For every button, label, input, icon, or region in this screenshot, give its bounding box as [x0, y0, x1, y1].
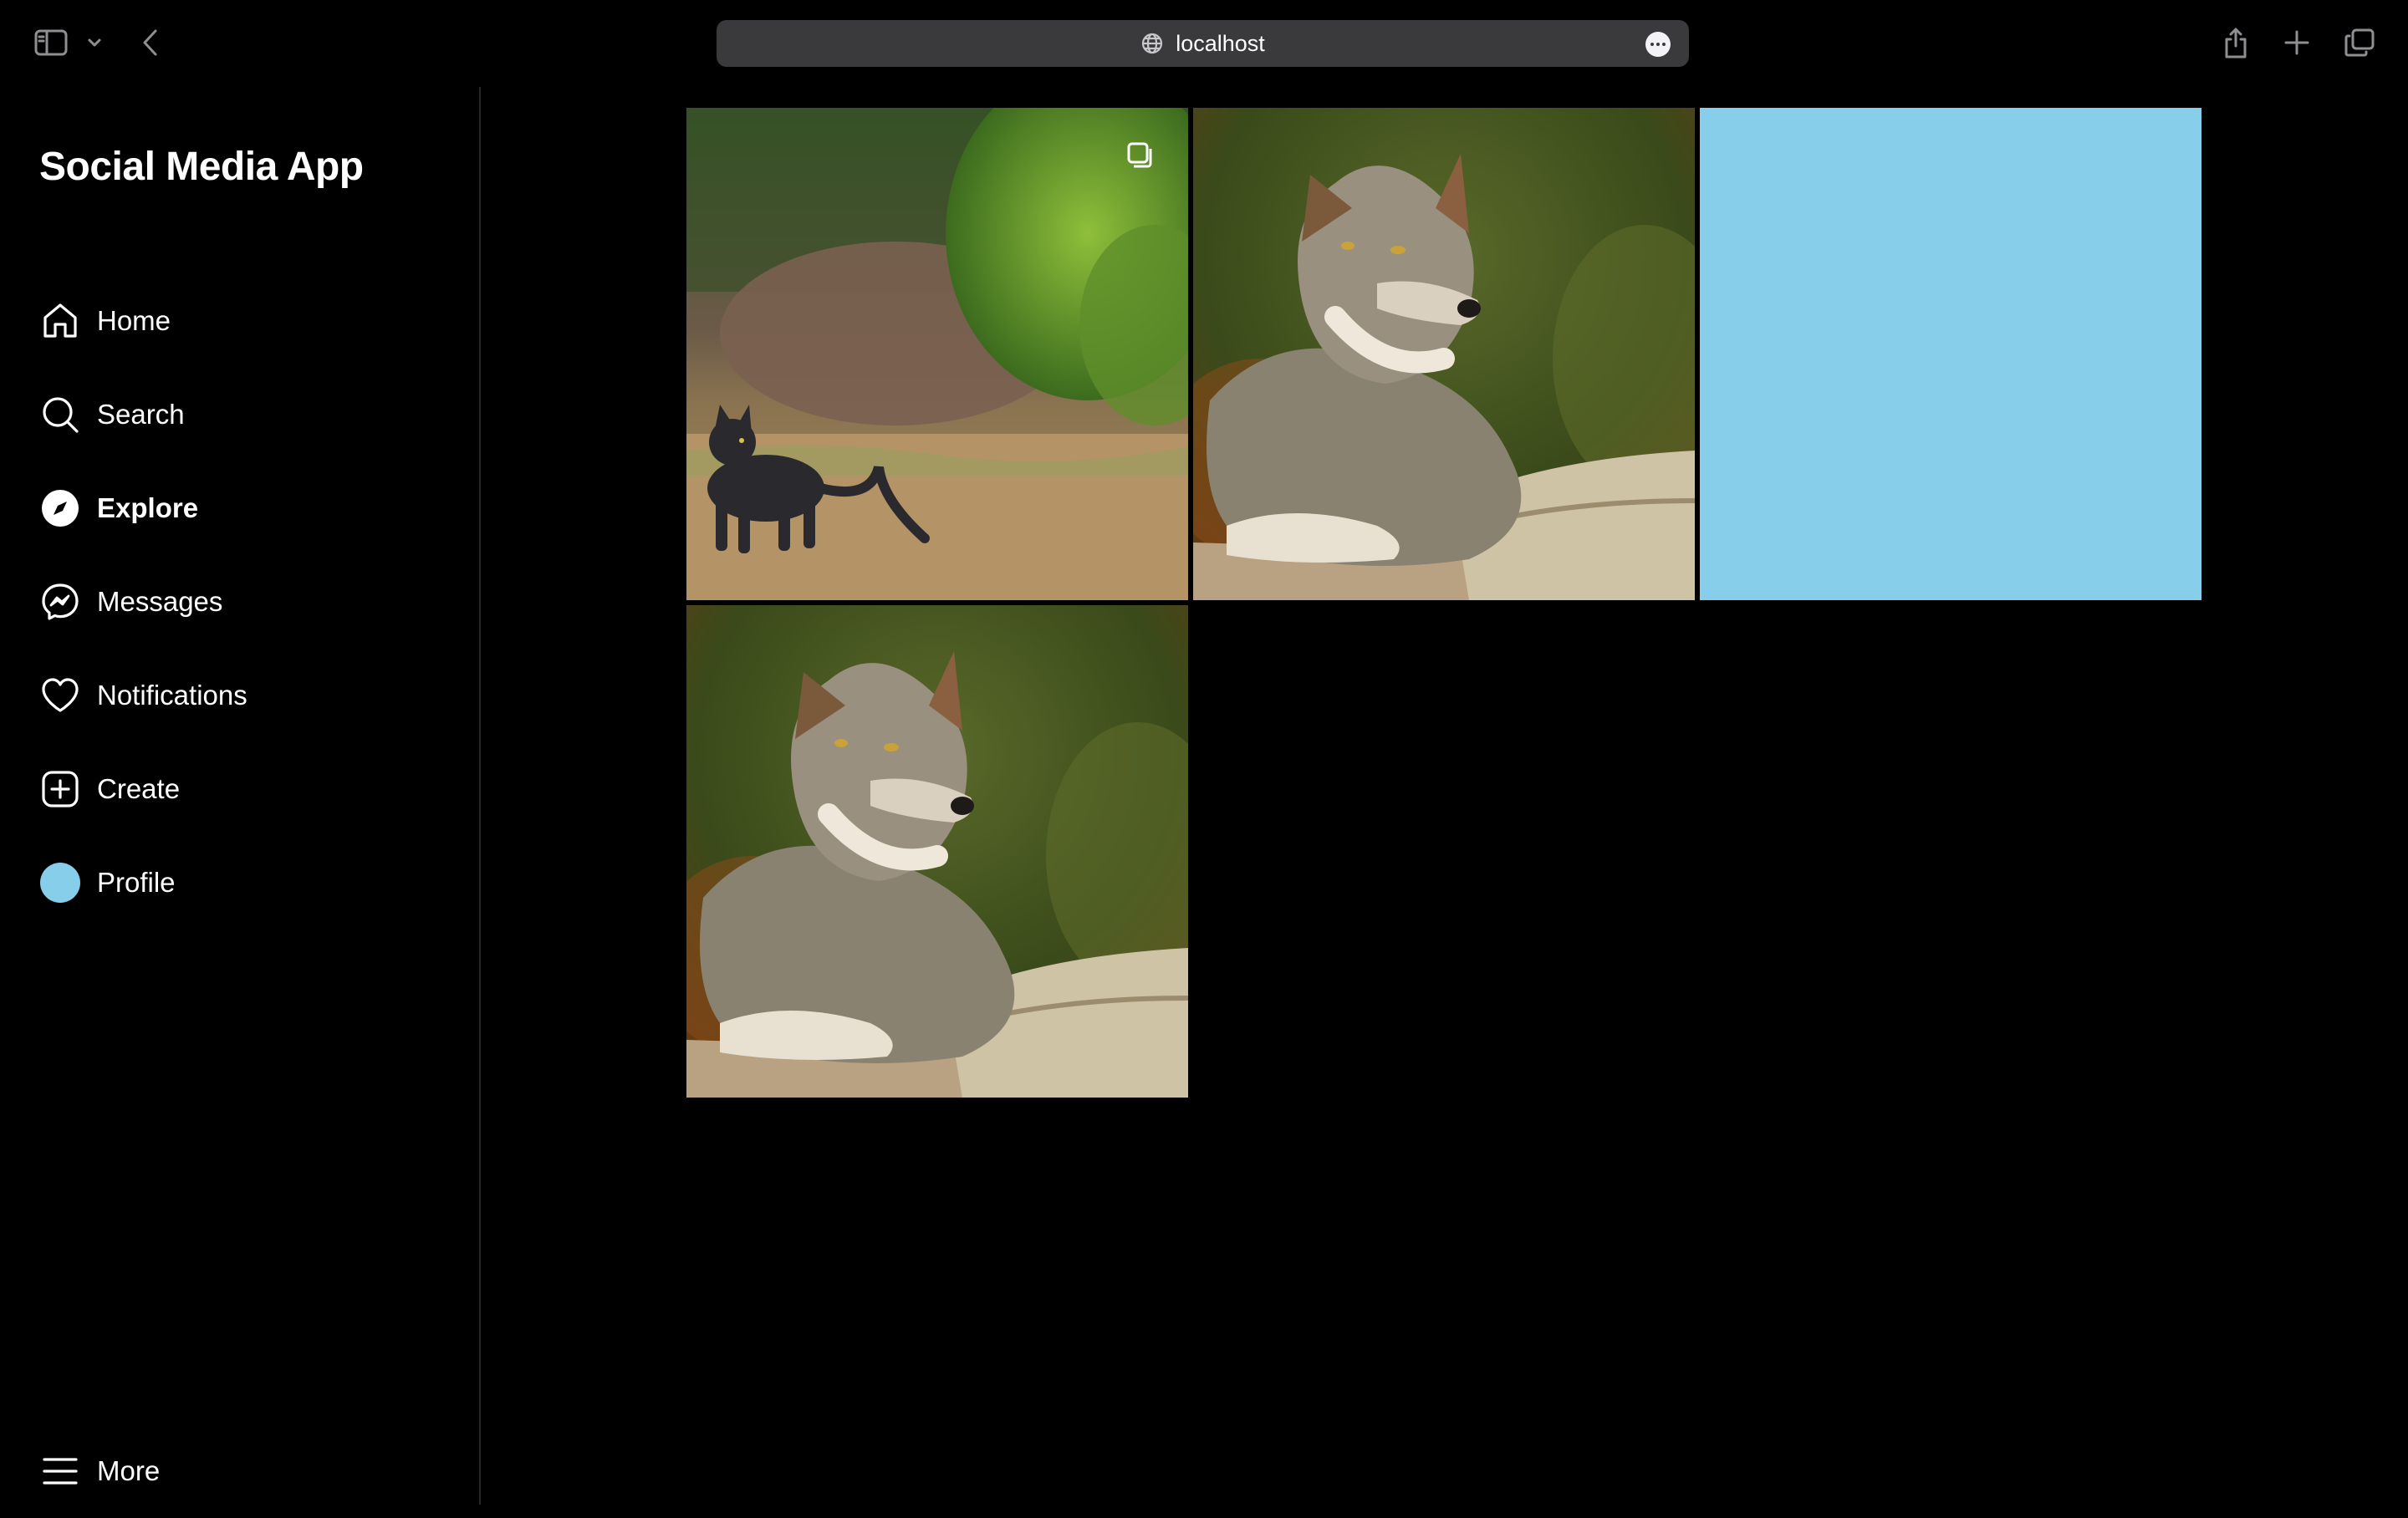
url-text: localhost — [1176, 30, 1265, 56]
address-bar[interactable]: localhost — [717, 20, 1689, 67]
compass-icon — [37, 485, 84, 532]
nav-item-home[interactable]: Home — [37, 274, 455, 368]
plus-square-icon — [37, 766, 84, 812]
post-tile-placeholder[interactable] — [1700, 108, 2201, 600]
search-icon — [37, 391, 84, 438]
cat-photo — [686, 108, 1188, 600]
sidebar: Social Media App Home Search Explore Mes… — [0, 87, 481, 1505]
browser-toolbar: localhost — [0, 0, 2408, 87]
post-tile[interactable] — [686, 108, 1188, 600]
heart-icon — [37, 672, 84, 719]
nav-label: Notifications — [97, 680, 247, 711]
nav-label: Create — [97, 773, 181, 804]
nav-item-create[interactable]: Create — [37, 742, 455, 836]
messenger-icon — [37, 578, 84, 625]
chevron-down-icon[interactable] — [84, 32, 105, 53]
multiple-posts-icon — [1126, 141, 1155, 170]
hamburger-icon — [37, 1448, 84, 1495]
wolf-photo — [1193, 108, 1695, 600]
wolf-photo — [686, 605, 1188, 1098]
home-icon — [37, 298, 84, 344]
main-nav: Home Search Explore Messages Notificatio — [37, 274, 455, 930]
nav-label: Messages — [97, 586, 223, 617]
back-arrow-icon[interactable] — [134, 25, 167, 60]
nav-label: Profile — [97, 867, 176, 898]
nav-item-more[interactable]: More — [37, 1424, 160, 1518]
share-icon[interactable] — [2217, 23, 2254, 62]
plus-icon[interactable] — [2279, 25, 2314, 60]
nav-item-notifications[interactable]: Notifications — [37, 649, 455, 742]
post-tile[interactable] — [1193, 108, 1695, 600]
nav-item-search[interactable]: Search — [37, 368, 455, 461]
nav-item-messages[interactable]: Messages — [37, 555, 455, 649]
globe-icon — [1140, 32, 1164, 55]
ellipsis-icon[interactable] — [1645, 32, 1671, 57]
nav-item-profile[interactable]: Profile — [37, 836, 455, 930]
app-title: Social Media App — [39, 145, 364, 189]
nav-label: More — [97, 1455, 161, 1486]
explore-grid — [686, 108, 2201, 1098]
nav-item-explore[interactable]: Explore — [37, 461, 455, 555]
tabs-overview-icon[interactable] — [2341, 25, 2378, 60]
post-tile[interactable] — [686, 605, 1188, 1098]
sidebar-toggle-icon[interactable] — [32, 25, 70, 60]
nav-label: Search — [97, 399, 185, 430]
avatar — [37, 859, 84, 906]
nav-label: Home — [97, 305, 171, 336]
nav-label: Explore — [97, 492, 199, 523]
